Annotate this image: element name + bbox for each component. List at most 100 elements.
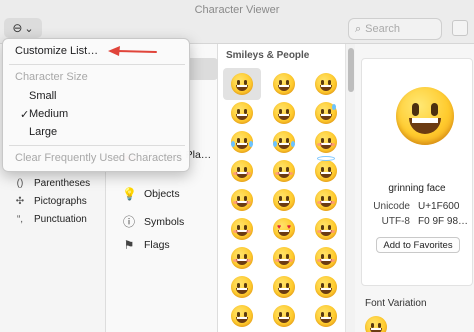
window-title: Character Viewer: [194, 4, 280, 16]
emoji-cell[interactable]: [307, 184, 345, 216]
section-title: Smileys & People: [226, 50, 310, 61]
emoji-cell[interactable]: [307, 68, 345, 100]
emoji-grid: Smileys & People ♥ ♥: [219, 44, 345, 332]
character-info-panel: grinning face Unicode U+1F600 UTF-8 F0 9…: [355, 44, 474, 332]
action-menu-button[interactable]: ⊖ ⌄: [4, 18, 42, 38]
category-label: Objects: [144, 188, 180, 200]
utf8-row: UTF-8 F0 9F 98…: [372, 216, 468, 227]
emoji-cell[interactable]: [223, 271, 261, 303]
emoji-cell[interactable]: [265, 68, 303, 100]
emoji-cell[interactable]: [223, 300, 261, 332]
emoji-cell[interactable]: [223, 184, 261, 216]
menu-item-small[interactable]: Small: [29, 90, 57, 102]
search-input[interactable]: [365, 23, 436, 35]
emoji-face-icon: [231, 73, 253, 95]
menu-item-medium-label: Medium: [29, 108, 69, 120]
character-info-card: grinning face Unicode U+1F600 UTF-8 F0 9…: [361, 58, 473, 286]
emoji-face-icon: [315, 131, 337, 153]
pictographs-icon: ✣: [15, 196, 25, 207]
emoji-cell[interactable]: [223, 97, 261, 129]
utf8-label: UTF-8: [381, 216, 410, 227]
emoji-face-icon: [273, 247, 295, 269]
emoji-cell[interactable]: [307, 271, 345, 303]
menu-item-clear-frequent[interactable]: Clear Frequently Used Characters: [15, 152, 182, 164]
sidebar-item-parentheses[interactable]: () Parentheses: [14, 178, 91, 189]
emoji-cell[interactable]: [307, 213, 345, 245]
emoji-cell[interactable]: [307, 242, 345, 274]
emoji-face-icon: [315, 305, 337, 327]
sidebar-item-punctuation[interactable]: “, Punctuation: [14, 214, 87, 225]
lightbulb-icon: 💡: [122, 187, 137, 201]
sidebar-item-label: Parentheses: [34, 178, 91, 189]
emoji-cell[interactable]: [307, 126, 345, 158]
emoji-cell[interactable]: [265, 300, 303, 332]
emoji-face-icon: [315, 102, 337, 124]
add-to-favorites-button[interactable]: Add to Favorites: [376, 237, 460, 253]
chevron-down-icon: ⌄: [24, 22, 34, 35]
sidebar-item-label: Pictographs: [34, 196, 87, 207]
search-field[interactable]: ⌕: [348, 18, 442, 40]
emoji-face-icon: [273, 305, 295, 327]
sidebar-item-pictographs[interactable]: ✣ Pictographs: [14, 196, 87, 207]
collapse-button[interactable]: [452, 20, 468, 36]
emoji-cell[interactable]: [307, 300, 345, 332]
sidebar-item-label: Punctuation: [34, 214, 87, 225]
emoji-cell[interactable]: [223, 213, 261, 245]
menu-item-customize-list[interactable]: Customize List…: [15, 45, 98, 57]
emoji-face-icon: [273, 189, 295, 211]
menu-item-medium[interactable]: ✓ Medium: [20, 108, 69, 121]
parentheses-icon: (): [16, 178, 24, 189]
search-icon: ⌕: [355, 22, 362, 35]
menu-separator: [9, 64, 185, 65]
emoji-face-icon: [231, 218, 253, 240]
emoji-face-icon: [273, 102, 295, 124]
category-symbols[interactable]: ⓘ Symbols: [122, 213, 184, 230]
unicode-row: Unicode U+1F600: [372, 201, 459, 212]
symbols-icon: ⓘ: [122, 215, 135, 229]
ellipsis-circle-icon: ⊖: [12, 21, 23, 35]
emoji-cell[interactable]: [223, 242, 261, 274]
action-dropdown-menu: Customize List… Character Size Small ✓ M…: [2, 38, 190, 172]
category-label: Flags: [144, 239, 170, 251]
category-label: Symbols: [144, 215, 185, 228]
checkmark-icon: ✓: [20, 109, 30, 121]
menu-separator: [9, 145, 185, 146]
emoji-face-icon: [231, 160, 253, 182]
utf8-value: F0 9F 98…: [418, 216, 469, 227]
emoji-cell[interactable]: [307, 155, 345, 187]
emoji-face-icon: [231, 276, 253, 298]
unicode-label: Unicode: [373, 201, 410, 212]
emoji-face-icon: [231, 102, 253, 124]
emoji-cell[interactable]: [223, 155, 261, 187]
emoji-cell[interactable]: [265, 271, 303, 303]
emoji-face-icon: [231, 305, 253, 327]
emoji-cell[interactable]: [223, 126, 261, 158]
emoji-face-icon: ♥ ♥: [273, 218, 295, 240]
emoji-cell[interactable]: ♥ ♥: [265, 213, 303, 245]
emoji-face-icon: [231, 189, 253, 211]
scroll-thumb[interactable]: [348, 48, 354, 92]
emoji-cell[interactable]: [265, 97, 303, 129]
emoji-face-icon: [315, 73, 337, 95]
emoji-cell[interactable]: [307, 97, 345, 129]
emoji-face-icon: [315, 218, 337, 240]
grinning-face-preview-icon: [396, 87, 454, 145]
emoji-face-icon: [315, 156, 337, 182]
font-variation-emoji[interactable]: [365, 316, 387, 332]
emoji-face-icon: [231, 131, 253, 153]
character-name: grinning face: [388, 183, 446, 194]
emoji-cell[interactable]: [265, 242, 303, 274]
menu-header-character-size: Character Size: [15, 71, 88, 83]
category-flags[interactable]: ⚑ Flags: [122, 238, 170, 252]
emoji-cell[interactable]: [265, 126, 303, 158]
emoji-cell[interactable]: [223, 68, 261, 100]
emoji-face-icon: [315, 189, 337, 211]
emoji-cell[interactable]: [265, 184, 303, 216]
emoji-cell[interactable]: [265, 155, 303, 187]
category-objects[interactable]: 💡 Objects: [122, 187, 180, 201]
flag-icon: ⚑: [123, 238, 135, 252]
scrollbar[interactable]: [345, 44, 355, 332]
emoji-face-icon: [315, 276, 337, 298]
menu-item-large[interactable]: Large: [29, 126, 57, 138]
emoji-face-icon: [315, 247, 337, 269]
